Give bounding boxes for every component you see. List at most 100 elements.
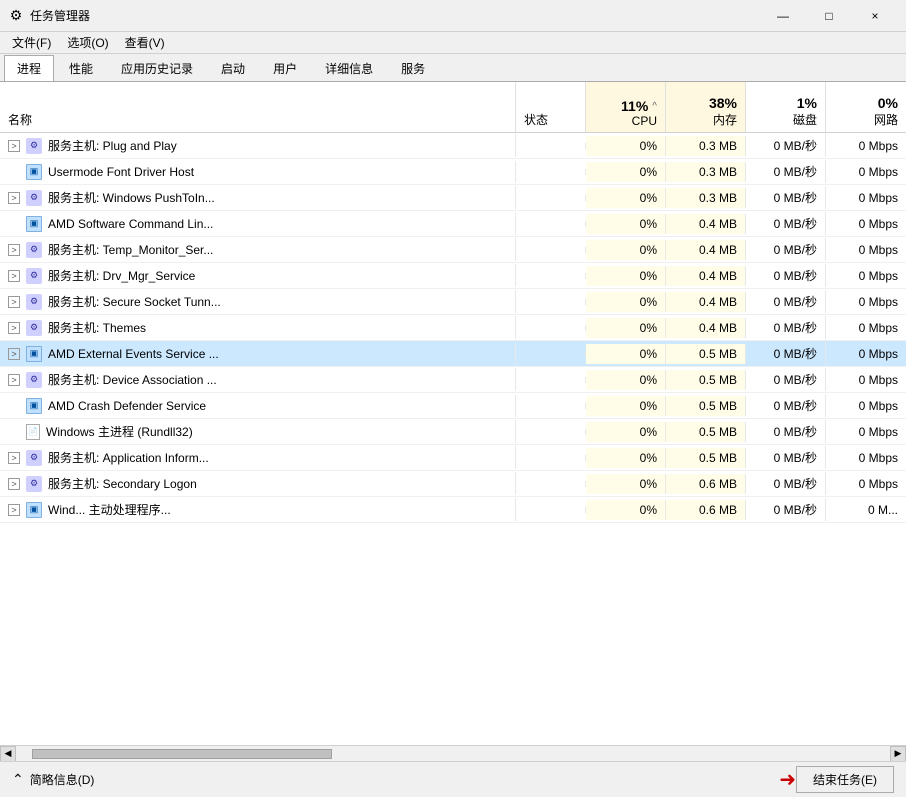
- hscroll-left-arrow[interactable]: ◀: [0, 746, 16, 762]
- tab-details[interactable]: 详细信息: [312, 55, 386, 81]
- cell-cpu: 0%: [586, 188, 666, 208]
- cell-name: > ▣ Wind... 主动处理程序...: [0, 498, 516, 521]
- gear-icon: ⚙: [26, 476, 42, 492]
- cell-net: 0 Mbps: [826, 396, 906, 416]
- cell-name: 📄 Windows 主进程 (Rundll32): [0, 420, 516, 443]
- table-row[interactable]: > ⚙ 服务主机: Device Association ... 0% 0.5 …: [0, 367, 906, 393]
- cell-mem: 0.3 MB: [666, 162, 746, 182]
- menu-options[interactable]: 选项(O): [59, 32, 116, 53]
- cell-name: > ⚙ 服务主机: Secondary Logon: [0, 472, 516, 495]
- table-row[interactable]: > ▣ Wind... 主动处理程序... 0% 0.6 MB 0 MB/秒 0…: [0, 497, 906, 523]
- col-header-cpu[interactable]: 11% ^ CPU: [586, 82, 666, 132]
- cell-cpu: 0%: [586, 240, 666, 260]
- col-header-net[interactable]: 0% 网路: [826, 82, 906, 132]
- end-task-button[interactable]: 结束任务(E): [796, 766, 894, 793]
- app-icon: ⚙: [8, 8, 24, 24]
- cell-cpu: 0%: [586, 448, 666, 468]
- process-table-body[interactable]: > ⚙ 服务主机: Plug and Play 0% 0.3 MB 0 MB/秒…: [0, 133, 906, 745]
- expand-button[interactable]: >: [8, 244, 20, 256]
- minimize-button[interactable]: —: [760, 0, 806, 32]
- expand-button[interactable]: >: [8, 374, 20, 386]
- cell-mem: 0.5 MB: [666, 344, 746, 364]
- tab-services[interactable]: 服务: [388, 55, 438, 81]
- table-row[interactable]: > ⚙ 服务主机: Windows PushToIn... 0% 0.3 MB …: [0, 185, 906, 211]
- hscroll-right-arrow[interactable]: ▶: [890, 746, 906, 762]
- title-bar: ⚙ 任务管理器 — □ ×: [0, 0, 906, 32]
- table-row[interactable]: > ▣ AMD External Events Service ... 0% 0…: [0, 341, 906, 367]
- tab-processes[interactable]: 进程: [4, 55, 54, 81]
- cell-name: > ⚙ 服务主机: Device Association ...: [0, 368, 516, 391]
- cell-net: 0 Mbps: [826, 292, 906, 312]
- process-name: 服务主机: Themes: [48, 319, 146, 336]
- restore-button[interactable]: □: [806, 0, 852, 32]
- cell-mem: 0.4 MB: [666, 214, 746, 234]
- expand-button[interactable]: >: [8, 478, 20, 490]
- expand-button[interactable]: >: [8, 452, 20, 464]
- gear-icon: ⚙: [26, 268, 42, 284]
- col-name-label: 名称: [8, 111, 507, 128]
- menu-view[interactable]: 查看(V): [117, 32, 173, 53]
- process-name: AMD Crash Defender Service: [48, 399, 206, 413]
- table-row[interactable]: ▣ AMD Software Command Lin... 0% 0.4 MB …: [0, 211, 906, 237]
- table-row[interactable]: > ⚙ 服务主机: Themes 0% 0.4 MB 0 MB/秒 0 Mbps: [0, 315, 906, 341]
- cell-disk: 0 MB/秒: [746, 316, 826, 339]
- cell-status: [516, 403, 586, 409]
- table-row[interactable]: > ⚙ 服务主机: Application Inform... 0% 0.5 M…: [0, 445, 906, 471]
- tab-app-history[interactable]: 应用历史记录: [108, 55, 206, 81]
- expand-button[interactable]: >: [8, 296, 20, 308]
- tab-startup[interactable]: 启动: [208, 55, 258, 81]
- col-header-disk[interactable]: 1% 磁盘: [746, 82, 826, 132]
- expand-button[interactable]: >: [8, 504, 20, 516]
- table-row[interactable]: ▣ Usermode Font Driver Host 0% 0.3 MB 0 …: [0, 159, 906, 185]
- disk-label: 磁盘: [793, 111, 817, 128]
- col-header-status[interactable]: 状态: [516, 82, 586, 132]
- process-name: 服务主机: Temp_Monitor_Ser...: [48, 241, 213, 258]
- cell-cpu: 0%: [586, 500, 666, 520]
- cell-disk: 0 MB/秒: [746, 498, 826, 521]
- close-button[interactable]: ×: [852, 0, 898, 32]
- file-icon: 📄: [26, 424, 40, 440]
- cell-disk: 0 MB/秒: [746, 290, 826, 313]
- horizontal-scrollbar[interactable]: ◀ ▶: [0, 745, 906, 761]
- expand-button[interactable]: >: [8, 140, 20, 152]
- table-row[interactable]: ▣ AMD Crash Defender Service 0% 0.5 MB 0…: [0, 393, 906, 419]
- cell-cpu: 0%: [586, 266, 666, 286]
- cpu-pct: 11%: [621, 98, 648, 114]
- tab-performance[interactable]: 性能: [56, 55, 106, 81]
- cell-cpu: 0%: [586, 422, 666, 442]
- expand-button[interactable]: >: [8, 270, 20, 282]
- cell-name: > ▣ AMD External Events Service ...: [0, 343, 516, 365]
- cell-mem: 0.4 MB: [666, 318, 746, 338]
- cell-name: > ⚙ 服务主机: Secure Socket Tunn...: [0, 290, 516, 313]
- expand-button[interactable]: >: [8, 322, 20, 334]
- menu-file[interactable]: 文件(F): [4, 32, 59, 53]
- process-name: 服务主机: Secondary Logon: [48, 475, 197, 492]
- table-row[interactable]: > ⚙ 服务主机: Secondary Logon 0% 0.6 MB 0 MB…: [0, 471, 906, 497]
- cell-status: [516, 429, 586, 435]
- process-name: AMD External Events Service ...: [48, 347, 219, 361]
- window-icon: ▣: [26, 502, 42, 518]
- table-row[interactable]: > ⚙ 服务主机: Temp_Monitor_Ser... 0% 0.4 MB …: [0, 237, 906, 263]
- col-header-mem[interactable]: 38% 内存: [666, 82, 746, 132]
- cell-mem: 0.5 MB: [666, 448, 746, 468]
- table-row[interactable]: > ⚙ 服务主机: Secure Socket Tunn... 0% 0.4 M…: [0, 289, 906, 315]
- expand-button[interactable]: >: [8, 348, 20, 360]
- expand-button[interactable]: >: [8, 192, 20, 204]
- table-row[interactable]: > ⚙ 服务主机: Plug and Play 0% 0.3 MB 0 MB/秒…: [0, 133, 906, 159]
- table-row[interactable]: > ⚙ 服务主机: Drv_Mgr_Service 0% 0.4 MB 0 MB…: [0, 263, 906, 289]
- tab-users[interactable]: 用户: [260, 55, 310, 81]
- cell-cpu: 0%: [586, 474, 666, 494]
- window-icon: ▣: [26, 398, 42, 414]
- cell-name: ▣ AMD Software Command Lin...: [0, 213, 516, 235]
- table-row[interactable]: 📄 Windows 主进程 (Rundll32) 0% 0.5 MB 0 MB/…: [0, 419, 906, 445]
- arrow-right-icon: ➜: [779, 767, 796, 792]
- cell-mem: 0.5 MB: [666, 422, 746, 442]
- status-left: ⌃ 简略信息(D): [12, 771, 779, 788]
- table-header: 名称 状态 11% ^ CPU 38% 内存 1% 磁盘 0% 网路: [0, 82, 906, 133]
- hscroll-thumb[interactable]: [32, 749, 332, 759]
- cell-name: > ⚙ 服务主机: Plug and Play: [0, 134, 516, 157]
- process-name: 服务主机: Application Inform...: [48, 449, 209, 466]
- summary-label[interactable]: 简略信息(D): [30, 771, 95, 788]
- col-header-name[interactable]: 名称: [0, 82, 516, 132]
- cell-net: 0 Mbps: [826, 266, 906, 286]
